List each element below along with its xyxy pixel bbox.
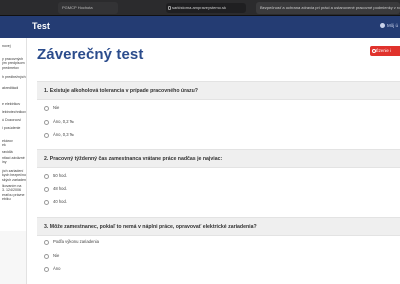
sidebar-item-label: e elektrikov — [2, 102, 21, 106]
sidebar-item-label: akreditácii — [2, 86, 19, 90]
answer-label: Áno, 0,2 ‰ — [53, 119, 74, 124]
radio-button[interactable] — [44, 119, 49, 125]
answer-label: Podľa výkonu zariadenia — [53, 239, 99, 244]
answer-label: Nie — [53, 105, 60, 110]
question-header: 1. Existuje alkoholová tolerancia v príp… — [37, 81, 400, 100]
sidebar-item-label: predmetov — [2, 65, 19, 70]
question-header: 3. Môže zamestnanec, pokiaľ to nemá v ná… — [37, 217, 400, 236]
sidebar-item[interactable]: ravidlá — [0, 150, 26, 154]
answer-label: Áno, 0,3 ‰ — [53, 132, 74, 137]
question-text: 1. Existuje alkoholová tolerancia v príp… — [44, 88, 198, 94]
answer-label: 40 hod. — [53, 199, 67, 204]
answer-label: 50 hod. — [53, 173, 67, 178]
sidebar-item[interactable]: h predbežných — [0, 75, 26, 79]
sidebar-item[interactable]: i posúdenie — [0, 126, 26, 130]
address-bar[interactable]: sarkistoma.ampraveystemo.sk — [166, 3, 246, 13]
browser-toolbar: PGMCP Hochota sarkistoma.ampraveystemo.s… — [0, 0, 400, 16]
browser-tab[interactable]: PGMCP Hochota — [58, 2, 118, 14]
clock-icon — [372, 49, 376, 53]
question-header: 2. Pracovný týždenný čas zamestnanca vrá… — [37, 149, 400, 168]
sidebar-item-label: i posúdenie — [2, 126, 21, 130]
sidebar-item-label: ravidlá — [2, 150, 13, 154]
radio-button[interactable] — [44, 105, 49, 111]
sidebar-item[interactable]: lkovaním na 3. 124/2006 eraťou právne ebiku — [0, 184, 26, 202]
sidebar-item[interactable]: ú Dozorcovi — [0, 118, 26, 122]
radio-button[interactable] — [44, 253, 49, 259]
radio-button[interactable] — [44, 173, 49, 179]
sidebar-item[interactable]: e elektrikov — [0, 102, 26, 106]
sidebar: novej y pracovných ým predpisom predmetov … — [0, 38, 27, 284]
main-content: Záverečný test Ězenie i 1. Existuje alko… — [27, 38, 400, 284]
radio-button[interactable] — [44, 132, 49, 138]
sidebar-item[interactable]: ých zariadeníkych bezpečnostnýchských za… — [0, 169, 27, 182]
sidebar-item[interactable]: novej — [0, 44, 26, 48]
sidebar-footer — [0, 231, 26, 284]
radio-button[interactable] — [44, 266, 49, 272]
app-brand[interactable]: Test — [32, 21, 50, 31]
end-test-button[interactable]: Ězenie i — [370, 46, 400, 56]
sidebar-item[interactable]: ekárov ek — [0, 139, 26, 148]
browser-tab-active[interactable]: Bezpečnosť a ochrana zdravia pri práci a… — [256, 2, 400, 14]
answer-label: Áno — [53, 266, 61, 271]
answer-label: 48 hod. — [53, 186, 67, 191]
user-icon — [379, 23, 385, 29]
sidebar-item[interactable]: ntiaci záväzné iny — [0, 156, 26, 165]
sidebar-item-label: ských zariadení — [2, 177, 27, 182]
question-text: 3. Môže zamestnanec, pokiaľ to nemá v ná… — [44, 224, 257, 230]
radio-button[interactable] — [44, 239, 49, 245]
radio-button[interactable] — [44, 186, 49, 192]
sidebar-item-label: novej — [2, 44, 11, 48]
page-title: Záverečný test — [37, 46, 144, 63]
sidebar-item-label: iny — [2, 160, 7, 165]
sidebar-item[interactable]: akreditácii — [0, 86, 26, 90]
address-text: sarkistoma.ampraveystemo.sk — [172, 5, 227, 10]
sidebar-item-label: ebiku — [2, 197, 11, 202]
sidebar-item-label: lektrotechnikov — [2, 110, 26, 114]
app-header: Test Môj ú — [0, 16, 400, 38]
sidebar-item[interactable]: y pracovných ým predpisom predmetov — [0, 57, 26, 70]
answer-label: Nie — [53, 253, 60, 258]
radio-button[interactable] — [44, 199, 49, 205]
end-test-label: Ězenie i — [376, 48, 391, 53]
sidebar-item-label: h predbežných — [2, 75, 26, 79]
user-menu[interactable]: Môj ú — [379, 23, 398, 29]
question-text: 2. Pracovný týždenný čas zamestnanca vrá… — [44, 156, 223, 162]
sidebar-item-label: ú Dozorcovi — [2, 118, 21, 122]
user-menu-label: Môj ú — [386, 23, 398, 28]
sidebar-item[interactable]: lektrotechnikov — [0, 110, 26, 114]
lock-icon — [168, 6, 171, 10]
sidebar-item-label: ek — [2, 143, 6, 148]
